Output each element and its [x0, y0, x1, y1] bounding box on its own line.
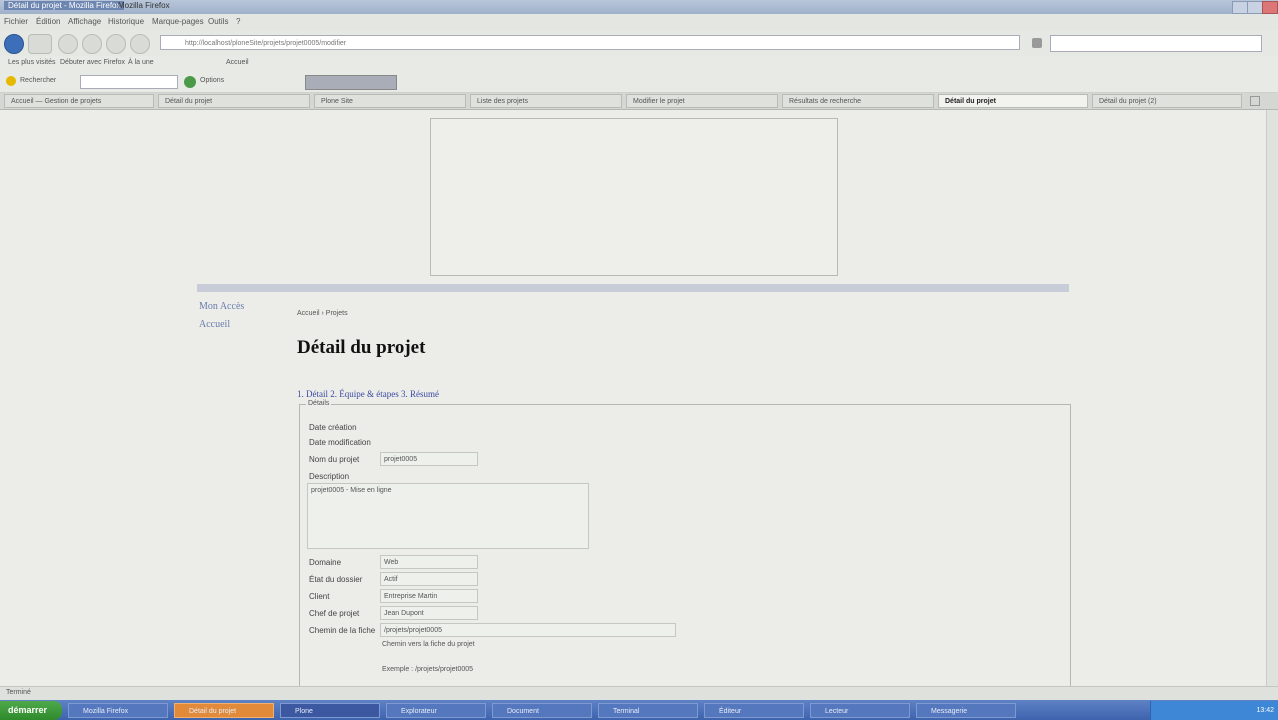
menu-view[interactable]: Affichage [68, 17, 101, 26]
project-name-label: Nom du projet [309, 455, 360, 464]
status-bar: Terminé [0, 686, 1278, 701]
bookmark-item[interactable]: Débuter avec Firefox [60, 59, 125, 66]
forward-button[interactable] [28, 34, 52, 54]
tab-2[interactable]: Plone Site [314, 94, 466, 108]
date-creation-label: Date création [309, 423, 357, 432]
bookmark-item[interactable]: À la une [128, 59, 154, 66]
system-tray-clock[interactable]: 13:42 [1150, 701, 1278, 720]
manager-select[interactable]: Jean Dupont [380, 606, 478, 620]
url-bar[interactable]: http://localhost/ploneSite/projets/proje… [160, 35, 1020, 50]
menu-bookmarks[interactable]: Marque-pages [152, 17, 204, 26]
bookmark-item[interactable]: Accueil [226, 59, 249, 66]
toolbar-go-icon[interactable] [184, 76, 196, 88]
minimize-button[interactable] [1232, 1, 1248, 14]
bookmark-item[interactable]: Les plus visités [8, 59, 55, 66]
close-button[interactable] [1262, 1, 1278, 14]
description-label: Description [309, 472, 350, 481]
client-label: Client [309, 592, 330, 601]
tab-strip: Accueil — Gestion de projets Détail du p… [0, 93, 1278, 110]
toolbar-logo-icon [6, 76, 16, 86]
toolbar-highlight-button[interactable] [305, 75, 397, 90]
back-button[interactable] [4, 34, 24, 54]
stop-icon[interactable] [82, 34, 102, 54]
start-button[interactable]: démarrer [0, 701, 62, 720]
sidebar-link-home[interactable]: Accueil [199, 319, 230, 330]
tab-1[interactable]: Détail du projet [158, 94, 310, 108]
tab-0[interactable]: Accueil — Gestion de projets [4, 94, 154, 108]
sidebar-link-account[interactable]: Mon Accès [199, 301, 244, 312]
breadcrumb[interactable]: Accueil › Projets [297, 310, 348, 317]
bookmarks-toolbar: Les plus visités Débuter avec Firefox À … [0, 56, 1278, 72]
menu-edit[interactable]: Édition [36, 17, 60, 26]
window-title-bar: Détail du projet - Mozilla Firefox Mozil… [0, 0, 1278, 14]
taskbar-item[interactable]: Détail du projet [174, 703, 274, 718]
status-field[interactable]: Actif [380, 572, 478, 586]
fieldset-legend: Détails [306, 400, 332, 407]
path-field[interactable]: /projets/projet0005 [380, 623, 676, 637]
taskbar-item[interactable]: Plone [280, 703, 380, 718]
wizard-steps[interactable]: 1. Détail 2. Équipe & étapes 3. Résumé [297, 389, 439, 399]
toolbar-options[interactable]: Options [200, 77, 224, 84]
window-title: Détail du projet - Mozilla Firefox [4, 1, 125, 10]
status-text: Terminé [6, 689, 31, 696]
domain-field[interactable]: Web [380, 555, 478, 569]
taskbar-item[interactable]: Messagerie [916, 703, 1016, 718]
date-modification-label: Date modification [309, 438, 371, 447]
domain-label: Domaine [309, 558, 342, 567]
tab-3[interactable]: Liste des projets [470, 94, 622, 108]
search-toolbar: Rechercher Options [0, 72, 1278, 93]
reload-icon[interactable] [58, 34, 78, 54]
taskbar-item[interactable]: Éditeur [704, 703, 804, 718]
bookmark-icon[interactable] [130, 34, 150, 54]
project-name-field[interactable]: projet0005 [380, 452, 478, 466]
taskbar-item[interactable]: Document [492, 703, 592, 718]
path-example: Exemple : /projets/projet0005 [382, 666, 474, 673]
maximize-button[interactable] [1247, 1, 1263, 14]
vertical-scrollbar[interactable] [1266, 110, 1278, 686]
menu-help[interactable]: ? [236, 17, 240, 26]
description-textarea[interactable]: projet0005 - Mise en ligne [307, 483, 589, 549]
tab-6[interactable]: Détail du projet [938, 94, 1088, 108]
navigation-toolbar: http://localhost/ploneSite/projets/proje… [0, 30, 1278, 57]
search-input[interactable] [1050, 35, 1262, 52]
tab-4[interactable]: Modifier le projet [626, 94, 778, 108]
menu-file[interactable]: Fichier [4, 17, 28, 26]
tab-list-icon[interactable] [1250, 96, 1260, 106]
toolbar-search-input[interactable] [80, 75, 178, 89]
path-hint: Chemin vers la fiche du projet [382, 641, 475, 648]
menu-history[interactable]: Historique [108, 17, 144, 26]
go-icon[interactable] [1032, 38, 1042, 48]
client-field[interactable]: Entreprise Martin [380, 589, 478, 603]
banner-frame [430, 118, 838, 276]
home-icon[interactable] [106, 34, 126, 54]
taskbar-item[interactable]: Explorateur [386, 703, 486, 718]
header-divider [197, 284, 1069, 292]
path-label: Chemin de la fiche [309, 626, 376, 635]
menu-tools[interactable]: Outils [208, 17, 228, 26]
window-title-secondary: Mozilla Firefox [118, 1, 170, 10]
taskbar-item[interactable]: Lecteur [810, 703, 910, 718]
taskbar-item[interactable]: Mozilla Firefox [68, 703, 168, 718]
status-label: État du dossier [309, 575, 363, 584]
tab-7[interactable]: Détail du projet (2) [1092, 94, 1242, 108]
page-title: Détail du projet [297, 337, 426, 358]
menu-bar: Fichier Édition Affichage Historique Mar… [0, 14, 1278, 30]
toolbar-label[interactable]: Rechercher [20, 77, 56, 84]
tab-5[interactable]: Résultats de recherche [782, 94, 934, 108]
manager-label: Chef de projet [309, 609, 360, 618]
taskbar-item[interactable]: Terminal [598, 703, 698, 718]
